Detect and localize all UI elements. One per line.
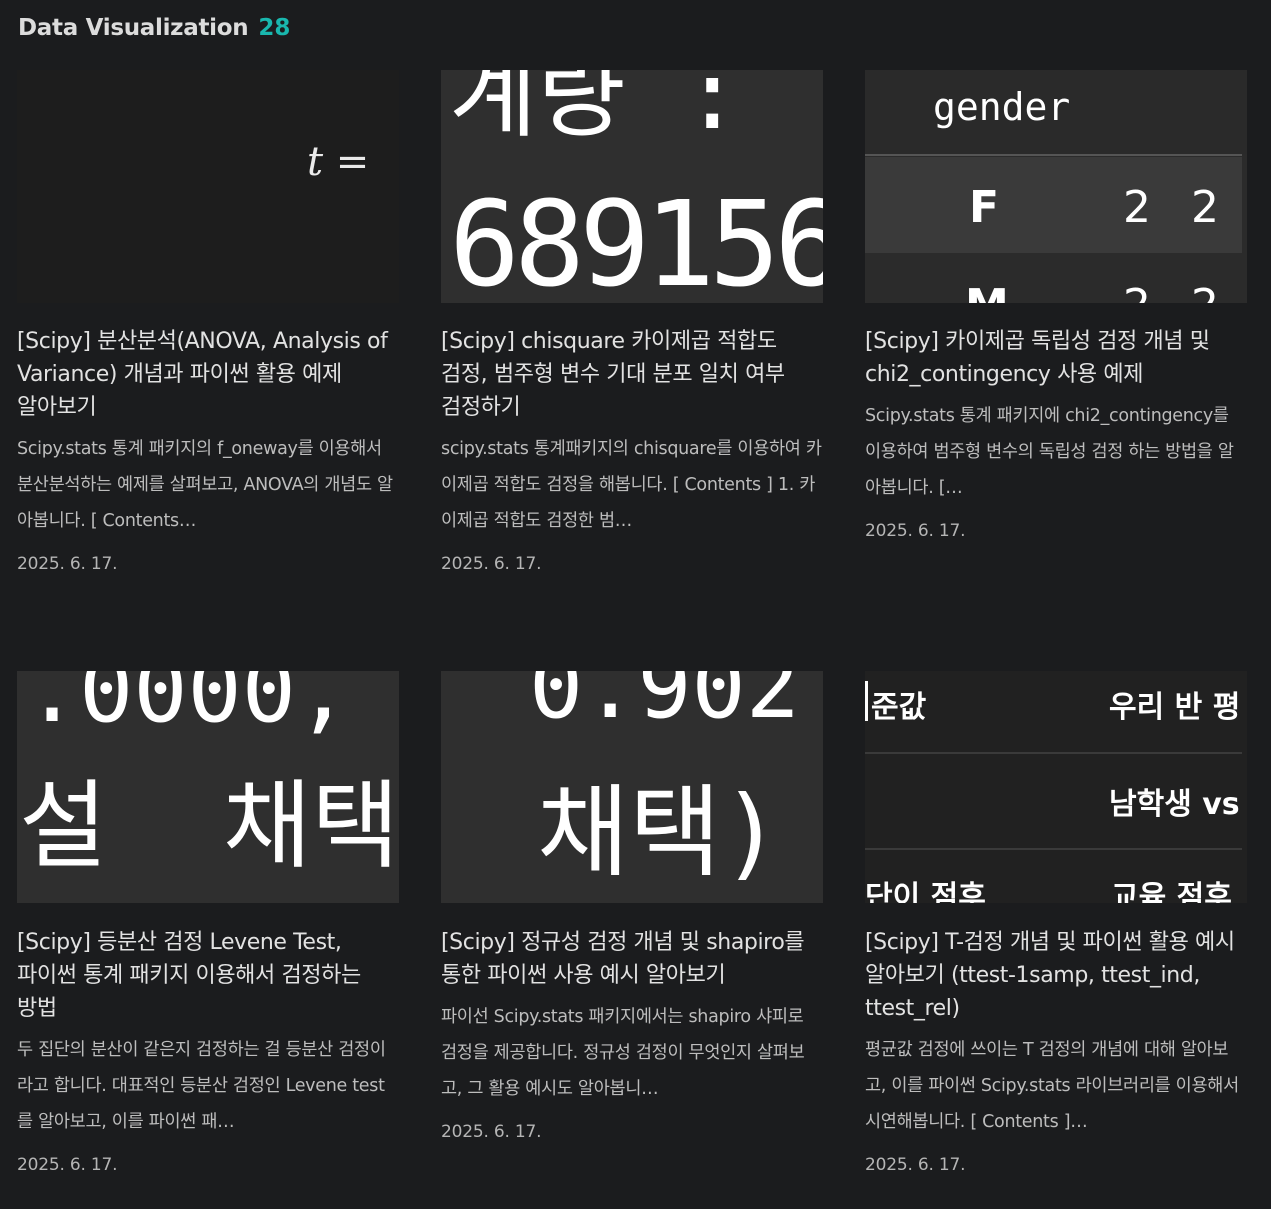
section-header: Data Visualization 28 [18, 10, 290, 46]
thumb-text: 2 [1123, 182, 1151, 233]
post-thumbnail[interactable]: 계량 : 689156 [441, 70, 823, 303]
post-card[interactable]: .0000, 설 채택 [Scipy] 등분산 검정 Levene Test, … [17, 671, 399, 1175]
post-thumbnail[interactable]: gender F 2 2 M 2 2 [865, 70, 1247, 303]
post-summary: Scipy.stats 통계 패키지의 f_oneway를 이용해서 분산분석하… [17, 439, 393, 531]
post-thumbnail[interactable]: t = [17, 70, 399, 303]
post-card[interactable]: t = [Scipy] 분산분석(ANOVA, Analysis of Vari… [17, 70, 399, 574]
post-summary: 두 집단의 분산이 같은지 검정하는 걸 등분산 검정이라고 합니다. 대표적인… [17, 1040, 386, 1132]
post-thumbnail[interactable]: 0.902 채택) [441, 671, 823, 904]
thumb-text: 2 [1191, 182, 1219, 233]
post-card[interactable]: 준값 우리 반 평 남학생 vs 단이 점후 교육 점후 [Scipy] T-검… [865, 671, 1247, 1175]
post-date: 2025. 6. 17. [441, 1122, 542, 1142]
thumb-text: M [965, 280, 1009, 303]
thumb-text: 단이 점후 [865, 880, 986, 903]
thumb-text: 설 채택 [19, 770, 399, 882]
post-date: 2025. 6. 17. [17, 554, 118, 574]
thumb-text: 우리 반 평 [1109, 690, 1240, 725]
thumb-text: t = [307, 139, 369, 185]
thumb-text: 0.902 [529, 671, 800, 739]
thumb-text: 2 [1191, 280, 1219, 303]
post-thumbnail[interactable]: 준값 우리 반 평 남학생 vs 단이 점후 교육 점후 [865, 671, 1247, 904]
thumb-text: 남학생 vs [1109, 787, 1240, 822]
post-title[interactable]: [Scipy] 카이제곱 독립성 검정 개념 및 chi2_contingenc… [865, 325, 1247, 391]
post-date: 2025. 6. 17. [17, 1155, 118, 1175]
thumb-text: 689156 [449, 175, 823, 303]
post-card[interactable]: 계량 : 689156 [Scipy] chisquare 카이제곱 적합도 검… [441, 70, 823, 574]
post-count-badge: 28 [258, 15, 291, 41]
post-thumbnail[interactable]: .0000, 설 채택 [17, 671, 399, 904]
post-summary: 파이선 Scipy.stats 패키지에서는 shapiro 샤피로 검정을 제… [441, 1007, 805, 1099]
post-title[interactable]: [Scipy] 정규성 검정 개념 및 shapiro를 통한 파이썬 사용 예… [441, 926, 823, 992]
thumb-text: 계량 : [449, 70, 741, 151]
post-date: 2025. 6. 17. [441, 554, 542, 574]
post-summary: Scipy.stats 통계 패키지에 chi2_contingency를 이용… [865, 406, 1234, 498]
thumb-text: F [969, 182, 999, 233]
post-title[interactable]: [Scipy] 등분산 검정 Levene Test, 파이썬 통계 패키지 이… [17, 926, 399, 1025]
post-title[interactable]: [Scipy] chisquare 카이제곱 적합도 검정, 범주형 변수 기대… [441, 325, 823, 424]
thumb-text: gender [933, 85, 1070, 129]
post-date: 2025. 6. 17. [865, 1155, 966, 1175]
thumb-text: 교육 점후 [1111, 880, 1232, 903]
post-summary: scipy.stats 통계패키지의 chisquare를 이용하여 카이제곱 … [441, 439, 822, 531]
section-title: Data Visualization [18, 15, 249, 41]
thumb-text: 준값 [871, 690, 927, 725]
post-date: 2025. 6. 17. [865, 521, 966, 541]
post-title[interactable]: [Scipy] T-검정 개념 및 파이썬 활용 예시 알아보기 (ttest-… [865, 926, 1247, 1025]
thumb-text: 채택) [537, 774, 781, 891]
post-summary: 평균값 검정에 쓰이는 T 검정의 개념에 대해 알아보고, 이를 파이썬 Sc… [865, 1040, 1239, 1132]
thumb-text: 2 [1123, 280, 1151, 303]
post-card[interactable]: gender F 2 2 M 2 2 [Scipy] 카이제곱 독립성 검정 개… [865, 70, 1247, 541]
thumb-text: .0000, [25, 671, 350, 743]
post-card[interactable]: 0.902 채택) [Scipy] 정규성 검정 개념 및 shapiro를 통… [441, 671, 823, 1142]
post-title[interactable]: [Scipy] 분산분석(ANOVA, Analysis of Variance… [17, 325, 399, 424]
